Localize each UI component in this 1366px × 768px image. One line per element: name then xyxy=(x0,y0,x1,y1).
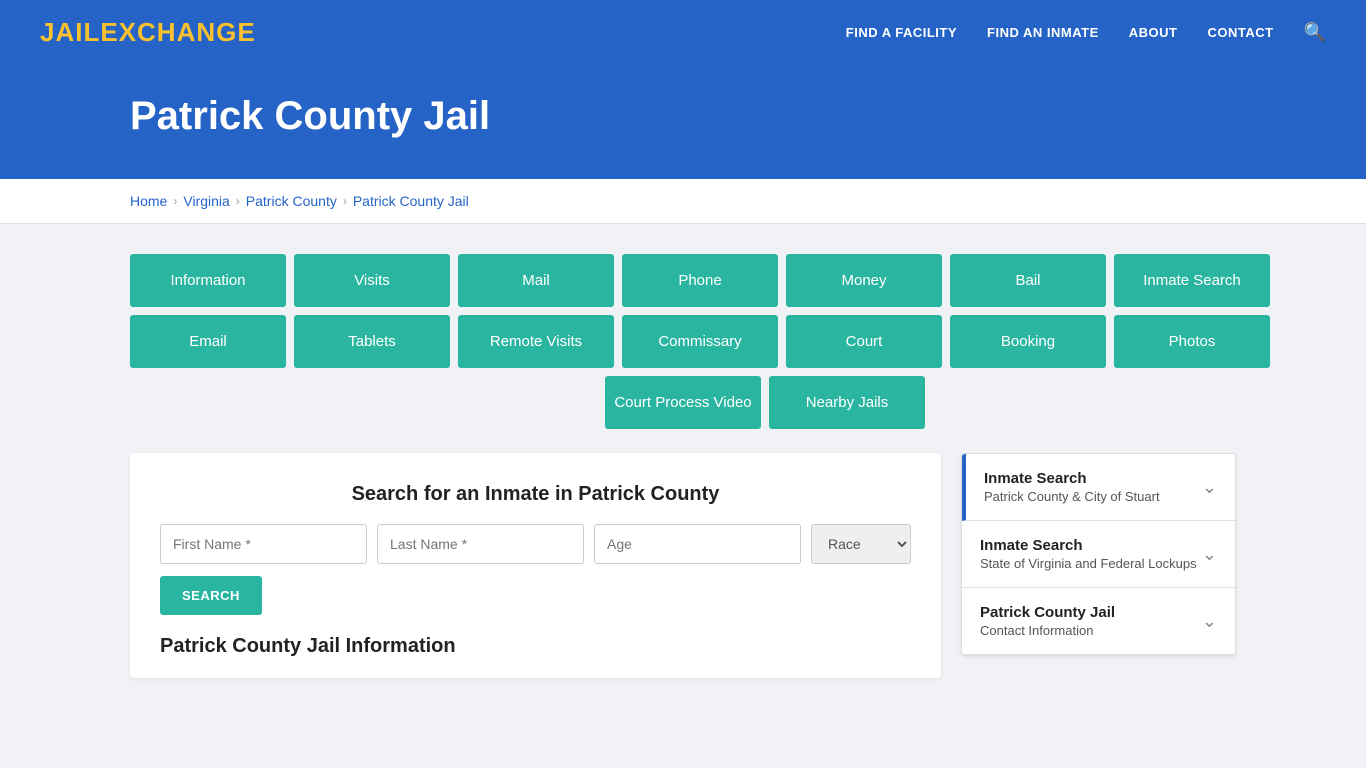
btn-tablets[interactable]: Tablets xyxy=(294,315,450,368)
btn-email[interactable]: Email xyxy=(130,315,286,368)
btn-information[interactable]: Information xyxy=(130,254,286,307)
last-name-input[interactable] xyxy=(377,524,584,564)
breadcrumb-sep-1: › xyxy=(173,194,177,208)
grid-row-1: Information Visits Mail Phone Money Bail… xyxy=(130,254,1270,307)
breadcrumb-sep-3: › xyxy=(343,194,347,208)
search-title: Search for an Inmate in Patrick County xyxy=(160,483,911,506)
right-panel: Inmate Search Patrick County & City of S… xyxy=(961,453,1236,656)
sidebar-item-2-subtitle: State of Virginia and Federal Lockups xyxy=(980,556,1197,571)
form-row-name: Race White Black Hispanic Asian Other xyxy=(160,524,911,564)
sidebar-item-3-text: Patrick County Jail Contact Information xyxy=(980,604,1115,638)
breadcrumb-sep-2: › xyxy=(236,194,240,208)
breadcrumb-bar: Home › Virginia › Patrick County › Patri… xyxy=(0,179,1366,224)
chevron-down-icon-1: ⌄ xyxy=(1202,477,1217,498)
page-title: Patrick County Jail xyxy=(130,94,1326,139)
btn-money[interactable]: Money xyxy=(786,254,942,307)
main-content: Information Visits Mail Phone Money Bail… xyxy=(0,224,1366,708)
nav-find-inmate[interactable]: FIND AN INMATE xyxy=(987,25,1099,40)
btn-photos[interactable]: Photos xyxy=(1114,315,1270,368)
logo-jail: JAIL xyxy=(40,17,100,47)
nav-about[interactable]: ABOUT xyxy=(1129,25,1178,40)
breadcrumb-patrick[interactable]: Patrick County xyxy=(246,193,337,209)
hero-section: Patrick County Jail xyxy=(0,64,1366,179)
logo-exchange: EXCHANGE xyxy=(100,17,255,47)
search-icon[interactable]: 🔍 xyxy=(1304,22,1326,43)
header: JAILEXCHANGE FIND A FACILITY FIND AN INM… xyxy=(0,0,1366,64)
breadcrumb-virginia[interactable]: Virginia xyxy=(183,193,229,209)
nav-contact[interactable]: CONTACT xyxy=(1207,25,1273,40)
btn-mail[interactable]: Mail xyxy=(458,254,614,307)
btn-remote-visits[interactable]: Remote Visits xyxy=(458,315,614,368)
btn-phone[interactable]: Phone xyxy=(622,254,778,307)
chevron-down-icon-2: ⌄ xyxy=(1202,544,1217,565)
btn-bail[interactable]: Bail xyxy=(950,254,1106,307)
sidebar-item-2-text: Inmate Search State of Virginia and Fede… xyxy=(980,537,1197,571)
btn-court-process-video[interactable]: Court Process Video xyxy=(605,376,761,429)
btn-court[interactable]: Court xyxy=(786,315,942,368)
race-select[interactable]: Race White Black Hispanic Asian Other xyxy=(811,524,911,564)
breadcrumb-home[interactable]: Home xyxy=(130,193,167,209)
content-area: Search for an Inmate in Patrick County R… xyxy=(130,453,1236,678)
grid-row-2: Email Tablets Remote Visits Commissary C… xyxy=(130,315,1270,368)
sidebar-item-2[interactable]: Inmate Search State of Virginia and Fede… xyxy=(962,521,1235,588)
breadcrumb-current[interactable]: Patrick County Jail xyxy=(353,193,469,209)
btn-booking[interactable]: Booking xyxy=(950,315,1106,368)
main-nav: FIND A FACILITY FIND AN INMATE ABOUT CON… xyxy=(846,22,1326,43)
first-name-input[interactable] xyxy=(160,524,367,564)
search-form: Race White Black Hispanic Asian Other SE… xyxy=(160,524,911,615)
age-input[interactable] xyxy=(594,524,801,564)
sidebar-item-1-subtitle: Patrick County & City of Stuart xyxy=(984,489,1160,504)
button-grid: Information Visits Mail Phone Money Bail… xyxy=(130,254,1236,429)
jail-info-heading: Patrick County Jail Information xyxy=(160,635,911,658)
sidebar-item-1-title: Inmate Search xyxy=(984,470,1160,487)
btn-nearby-jails[interactable]: Nearby Jails xyxy=(769,376,925,429)
btn-commissary[interactable]: Commissary xyxy=(622,315,778,368)
nav-find-facility[interactable]: FIND A FACILITY xyxy=(846,25,957,40)
sidebar-item-1-text: Inmate Search Patrick County & City of S… xyxy=(984,470,1160,504)
btn-inmate-search[interactable]: Inmate Search xyxy=(1114,254,1270,307)
sidebar-item-3-subtitle: Contact Information xyxy=(980,623,1115,638)
sidebar-item-3-title: Patrick County Jail xyxy=(980,604,1115,621)
left-panel: Search for an Inmate in Patrick County R… xyxy=(130,453,941,678)
sidebar-item-1[interactable]: Inmate Search Patrick County & City of S… xyxy=(962,454,1235,521)
sidebar-item-3[interactable]: Patrick County Jail Contact Information … xyxy=(962,588,1235,655)
search-button[interactable]: SEARCH xyxy=(160,576,262,615)
logo[interactable]: JAILEXCHANGE xyxy=(40,17,256,48)
breadcrumb: Home › Virginia › Patrick County › Patri… xyxy=(130,193,1236,209)
chevron-down-icon-3: ⌄ xyxy=(1202,611,1217,632)
sidebar-item-2-title: Inmate Search xyxy=(980,537,1197,554)
btn-visits[interactable]: Visits xyxy=(294,254,450,307)
grid-row-3: Court Process Video Nearby Jails xyxy=(605,376,925,429)
